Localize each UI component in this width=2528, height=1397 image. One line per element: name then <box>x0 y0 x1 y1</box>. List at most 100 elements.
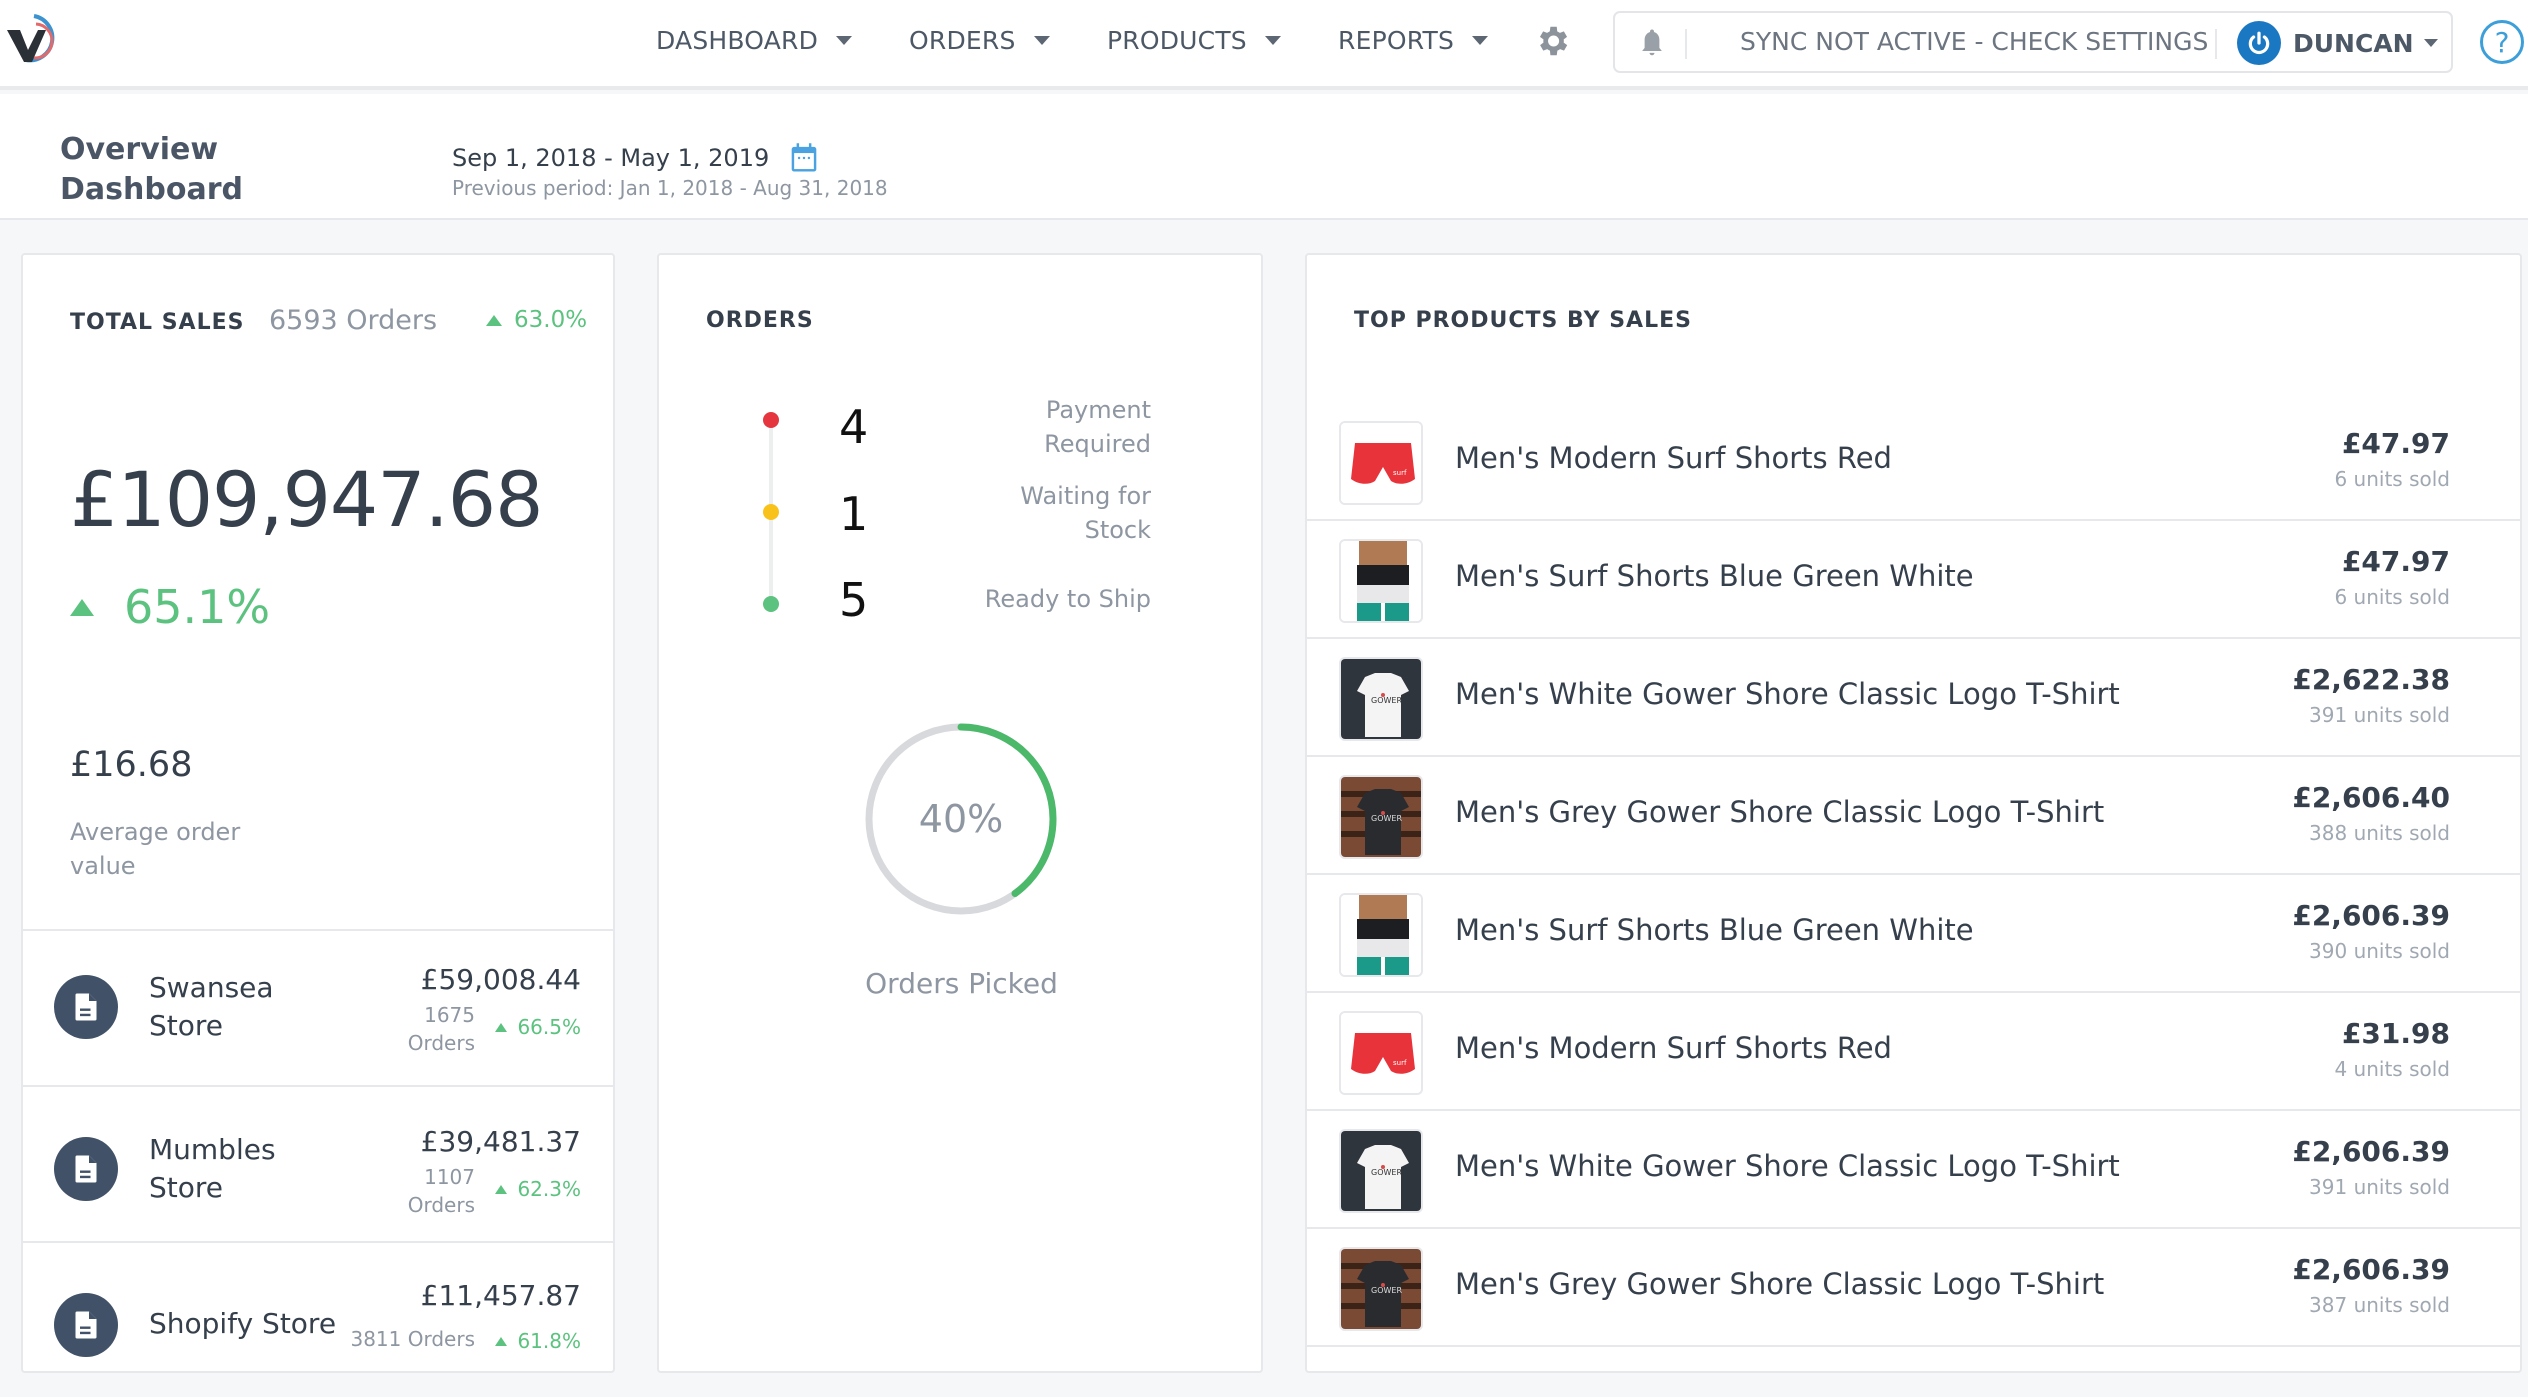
product-amount: £2,606.39 <box>2292 1253 2450 1286</box>
product-units: 388 units sold <box>2309 821 2450 845</box>
svg-text:GOWER: GOWER <box>1371 1168 1402 1177</box>
status-bar: SYNC NOT ACTIVE - CHECK SETTINGS DUNCAN <box>1613 11 2453 73</box>
store-name: Mumbles Store <box>149 1133 276 1204</box>
gear-icon[interactable] <box>1533 22 1571 60</box>
store-amount: £59,008.44 <box>420 963 581 996</box>
orders-picked-gauge: 40% <box>861 719 1061 919</box>
top-navbar: DASHBOARD ORDERS PRODUCTS REPORTS SYNC N… <box>0 0 2528 90</box>
product-units: 4 units sold <box>2334 1057 2450 1081</box>
nav-dashboard[interactable]: DASHBOARD <box>656 22 853 58</box>
total-orders-count: 6593 Orders <box>269 305 438 336</box>
total-sales-amount: £109,947.68 <box>70 455 543 544</box>
nav-products-label: PRODUCTS <box>1107 25 1247 55</box>
app-logo[interactable] <box>4 10 64 70</box>
arrow-up-icon <box>70 598 94 616</box>
previous-period: Previous period: Jan 1, 2018 - Aug 31, 2… <box>452 176 888 200</box>
product-row[interactable]: GOWER Men's White Gower Shore Classic Lo… <box>1307 1111 2520 1229</box>
sales-change: 65.1% <box>70 580 270 634</box>
top-products-title: TOP PRODUCTS BY SALES <box>1354 308 1692 333</box>
product-row[interactable]: GOWER Men's White Gower Shore Classic Lo… <box>1307 639 2520 757</box>
date-range-label: Sep 1, 2018 - May 1, 2019 <box>452 144 770 172</box>
date-range-picker[interactable]: Sep 1, 2018 - May 1, 2019 <box>452 142 819 174</box>
user-menu-button[interactable]: DUNCAN <box>2237 21 2438 65</box>
product-row[interactable]: GOWER Men's Grey Gower Shore Classic Log… <box>1307 757 2520 875</box>
store-row[interactable]: Shopify Store £11,457.87 3811 Orders 61.… <box>23 1241 613 1397</box>
store-change-value: 61.8% <box>517 1329 581 1353</box>
product-row[interactable]: GOWER Men's Grey Gower Shore Classic Log… <box>1307 1229 2520 1347</box>
divider <box>1685 29 1687 59</box>
page-title-line2: Dashboard <box>60 172 243 207</box>
product-row[interactable]: surf Men's Modern Surf Shorts Red £47.97… <box>1307 403 2520 521</box>
calendar-icon[interactable] <box>789 142 819 174</box>
store-change: 61.8% <box>495 1329 581 1353</box>
store-orders: 1675 Orders <box>407 1003 475 1055</box>
status-dot-red <box>763 412 779 428</box>
status-dot-yellow <box>763 504 779 520</box>
status-count[interactable]: 4 <box>839 400 868 454</box>
product-amount: £2,606.40 <box>2292 781 2450 814</box>
avg-order-label: Average order value <box>70 818 241 880</box>
top-products-card: TOP PRODUCTS BY SALES surf Men's Modern … <box>1305 253 2522 1373</box>
store-row[interactable]: Swansea Store £59,008.44 1675 Orders 66.… <box>23 929 613 1085</box>
product-name: Men's White Gower Shore Classic Logo T-S… <box>1455 1149 2120 1183</box>
status-label[interactable]: Payment Required <box>951 393 1151 461</box>
store-name: Shopify Store <box>149 1307 337 1340</box>
gauge-percent: 40% <box>918 797 1004 841</box>
chevron-down-icon <box>1264 35 1281 45</box>
document-icon <box>54 1137 118 1201</box>
orders-change: 63.0% <box>486 307 587 333</box>
nav-products[interactable]: PRODUCTS <box>1107 22 1281 58</box>
product-row[interactable]: Men's Surf Shorts Blue Green White £2,60… <box>1307 875 2520 993</box>
product-thumbnail-white-tshirt: GOWER <box>1339 657 1423 741</box>
status-label[interactable]: Ready to Ship <box>951 582 1151 616</box>
arrow-up-icon <box>495 1336 508 1346</box>
chevron-down-icon <box>1033 35 1050 45</box>
store-amount: £11,457.87 <box>420 1279 581 1312</box>
document-icon <box>54 1293 118 1357</box>
product-name: Men's White Gower Shore Classic Logo T-S… <box>1455 677 2120 711</box>
document-icon <box>54 975 118 1039</box>
bell-icon[interactable] <box>1637 27 1667 59</box>
total-sales-title: TOTAL SALES <box>70 310 245 335</box>
orders-title: ORDERS <box>706 308 814 333</box>
nav-orders-label: ORDERS <box>909 25 1016 55</box>
product-row[interactable]: surf Men's Modern Surf Shorts Red £31.98… <box>1307 993 2520 1111</box>
arrow-up-icon <box>495 1022 508 1032</box>
divider <box>2215 29 2217 59</box>
store-change: 66.5% <box>495 1015 581 1039</box>
product-amount: £47.97 <box>2341 427 2450 460</box>
chevron-down-icon <box>2423 39 2438 47</box>
product-amount: £2,606.39 <box>2292 1135 2450 1168</box>
product-name: Men's Modern Surf Shorts Red <box>1455 441 1892 475</box>
store-change-value: 62.3% <box>517 1177 581 1201</box>
product-name: Men's Modern Surf Shorts Red <box>1455 1031 1892 1065</box>
help-icon[interactable]: ? <box>2480 20 2524 64</box>
svg-text:GOWER: GOWER <box>1371 814 1402 823</box>
page-title-line1: Overview <box>60 132 219 167</box>
store-amount: £39,481.37 <box>420 1125 581 1158</box>
sales-change-value: 65.1% <box>124 580 271 634</box>
arrow-up-icon <box>495 1184 508 1194</box>
store-row[interactable]: Mumbles Store £39,481.37 1107 Orders 62.… <box>23 1085 613 1241</box>
sync-status-link[interactable]: SYNC NOT ACTIVE - CHECK SETTINGS <box>1740 27 2208 56</box>
svg-text:surf: surf <box>1393 469 1407 477</box>
status-label[interactable]: Waiting for Stock <box>951 479 1151 547</box>
nav-reports[interactable]: REPORTS <box>1338 22 1489 58</box>
product-amount: £31.98 <box>2341 1017 2450 1050</box>
product-name: Men's Grey Gower Shore Classic Logo T-Sh… <box>1455 795 2105 829</box>
status-count[interactable]: 5 <box>839 573 868 627</box>
product-thumbnail-grey-tshirt: GOWER <box>1339 1247 1423 1331</box>
nav-orders[interactable]: ORDERS <box>909 22 1050 58</box>
product-units: 390 units sold <box>2309 939 2450 963</box>
status-dot-green <box>763 596 779 612</box>
chevron-down-icon <box>836 35 853 45</box>
svg-text:surf: surf <box>1393 1059 1407 1067</box>
product-thumbnail-red-shorts: surf <box>1339 421 1423 505</box>
product-name: Men's Surf Shorts Blue Green White <box>1455 559 1974 593</box>
help-label: ? <box>2494 25 2510 59</box>
product-thumbnail-tricolor-shorts <box>1339 893 1423 977</box>
page-header: Overview Dashboard Sep 1, 2018 - May 1, … <box>0 94 2528 220</box>
product-row[interactable]: Men's Surf Shorts Blue Green White £47.9… <box>1307 521 2520 639</box>
product-amount: £2,606.39 <box>2292 899 2450 932</box>
status-count[interactable]: 1 <box>839 487 868 541</box>
